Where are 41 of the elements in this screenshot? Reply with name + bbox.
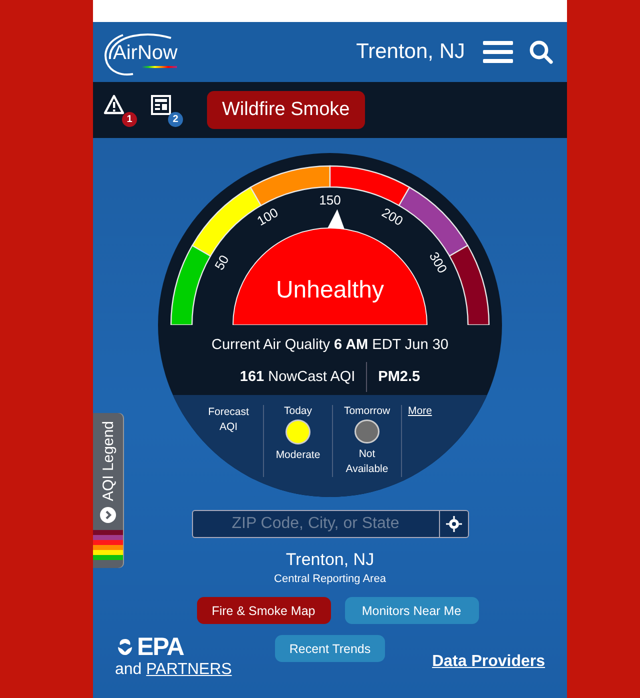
- forecast-category: Moderate: [274, 448, 322, 463]
- menu-icon: [483, 40, 513, 64]
- gauge-tick-label: 150: [319, 192, 341, 208]
- location-title: Trenton, NJ: [356, 40, 465, 64]
- menu-button[interactable]: [483, 40, 513, 64]
- warning-alert-button[interactable]: 1: [103, 93, 137, 127]
- count-badge: 2: [168, 112, 183, 127]
- epa-logo-text: EPA: [137, 635, 184, 659]
- current-air-quality-text: Current Air Quality 6 AM EDT Jun 30: [212, 337, 448, 353]
- forecast-label: Forecast AQI: [207, 405, 250, 435]
- action-button[interactable]: Recent Trends: [275, 635, 385, 662]
- aqi-value: 161 NowCast AQI: [240, 362, 368, 392]
- action-button[interactable]: Monitors Near Me: [344, 597, 478, 624]
- forecast-day: Today: [284, 405, 312, 417]
- search-button[interactable]: [529, 40, 553, 64]
- wildfire-smoke-button[interactable]: Wildfire Smoke: [207, 91, 365, 129]
- more-link[interactable]: More: [408, 405, 432, 417]
- locate-button[interactable]: [438, 510, 468, 538]
- notice-alert-button[interactable]: 2: [149, 93, 183, 127]
- action-button[interactable]: Fire & Smoke Map: [196, 597, 330, 624]
- document-icon: [149, 93, 173, 117]
- chevron-circle-icon: [100, 507, 116, 524]
- search-icon: [529, 40, 553, 64]
- category-label: Unhealthy: [276, 276, 384, 304]
- logo-text[interactable]: AirNow: [113, 42, 178, 68]
- pollutant-label: PM2.5: [377, 369, 420, 385]
- forecast-category: Not Available: [344, 447, 390, 477]
- reporting-area: Central Reporting Area: [274, 573, 386, 585]
- reporting-location: Trenton, NJ: [286, 550, 374, 570]
- forecast-day: Tomorrow: [344, 405, 390, 417]
- partners-link[interactable]: PARTNERS: [146, 661, 232, 678]
- crosshair-icon[interactable]: [446, 516, 462, 532]
- partners-prefix: and: [115, 661, 142, 678]
- data-providers-link[interactable]: Data Providers: [432, 653, 545, 671]
- warning-icon: [103, 93, 127, 117]
- gauge-tick-label: 100: [254, 204, 281, 229]
- gauge-tick-label: 200: [379, 204, 406, 229]
- gauge-tick-label: 300: [426, 249, 450, 276]
- search-field[interactable]: ZIP Code, City, or State: [192, 510, 438, 538]
- gauge-tick-label: 50: [212, 252, 232, 272]
- count-badge: 1: [122, 112, 137, 127]
